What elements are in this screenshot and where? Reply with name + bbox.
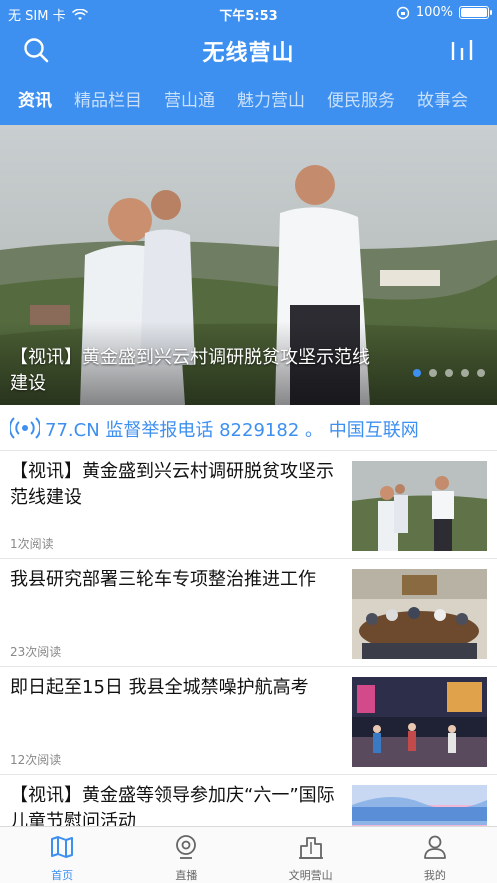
tab-home[interactable]: 首页 — [0, 827, 124, 883]
carousel-indicator — [413, 369, 485, 377]
tab-featured-columns[interactable]: 精品栏目 — [74, 84, 142, 118]
battery-percent: 100% — [415, 5, 453, 20]
news-item[interactable]: 【视讯】黄金盛到兴云村调研脱贫攻坚示范线建设 1次阅读 — [0, 451, 497, 559]
live-icon — [176, 835, 197, 859]
announcement-ticker[interactable]: 77.CN 监督举报电话 8229182 。 中国互联网 — [0, 405, 497, 451]
map-icon — [51, 836, 74, 858]
navbar: 无线营山 — [0, 26, 497, 76]
tab-yingshan-tong[interactable]: 营山通 — [164, 84, 215, 118]
user-icon — [423, 835, 446, 859]
column-menu-icon[interactable] — [449, 36, 475, 64]
carousel-dot[interactable] — [429, 369, 437, 377]
tab-stories[interactable]: 故事会 — [417, 84, 468, 118]
news-thumbnail — [352, 461, 487, 551]
read-count: 23次阅读 — [10, 645, 62, 659]
app-title: 无线营山 — [202, 41, 295, 66]
tab-live[interactable]: 直播 — [124, 827, 248, 883]
rotation-lock-icon — [396, 6, 410, 19]
category-tabs: 资讯 精品栏目 营山通 魅力营山 便民服务 故事会 — [0, 84, 497, 118]
news-thumbnail — [352, 677, 487, 767]
tab-label: 直播 — [175, 869, 198, 882]
tab-charm-yingshan[interactable]: 魅力营山 — [237, 84, 305, 118]
news-list: 【视讯】黄金盛到兴云村调研脱贫攻坚示范线建设 1次阅读 我县研究部署三轮车专项整… — [0, 451, 497, 883]
news-title: 我县研究部署三轮车专项整治推进工作 — [10, 569, 316, 590]
tab-convenience-services[interactable]: 便民服务 — [327, 84, 395, 118]
app-header: 无 SIM 卡 下午5:53 100% 无线营山 资讯 精品栏目 营山通 魅力营… — [0, 0, 497, 125]
news-item[interactable]: 即日起至15日 我县全城禁噪护航高考 12次阅读 — [0, 667, 497, 775]
carousel-dot[interactable] — [413, 369, 421, 377]
tab-label: 我的 — [423, 869, 446, 882]
banner-carousel[interactable]: 【视讯】黄金盛到兴云村调研脱贫攻坚示范线建设 — [0, 125, 497, 405]
tab-civilized-yingshan[interactable]: 文明营山 — [249, 827, 373, 883]
building-icon — [298, 837, 323, 859]
battery-icon — [459, 6, 492, 19]
status-bar: 无 SIM 卡 下午5:53 100% — [0, 0, 497, 26]
tab-mine[interactable]: 我的 — [373, 827, 497, 883]
ticker-text: 77.CN 监督举报电话 8229182 。 中国互联网 — [45, 420, 419, 441]
tab-label: 文明营山 — [288, 869, 333, 882]
carousel-dot[interactable] — [461, 369, 469, 377]
news-title: 即日起至15日 我县全城禁噪护航高考 — [10, 677, 309, 698]
news-item[interactable]: 我县研究部署三轮车专项整治推进工作 23次阅读 — [0, 559, 497, 667]
bottom-tab-bar: 首页 直播 文明营山 我的 — [0, 826, 497, 883]
news-title: 【视讯】黄金盛到兴云村调研脱贫攻坚示范线建设 — [10, 461, 334, 508]
read-count: 12次阅读 — [10, 753, 62, 767]
tab-news[interactable]: 资讯 — [18, 84, 52, 118]
carousel-dot[interactable] — [445, 369, 453, 377]
broadcast-icon — [10, 417, 40, 439]
banner-caption[interactable]: 【视讯】黄金盛到兴云村调研脱贫攻坚示范线建设 — [10, 345, 370, 397]
news-thumbnail — [352, 569, 487, 659]
carousel-dot[interactable] — [477, 369, 485, 377]
tab-label: 首页 — [51, 869, 74, 882]
read-count: 1次阅读 — [10, 537, 54, 551]
